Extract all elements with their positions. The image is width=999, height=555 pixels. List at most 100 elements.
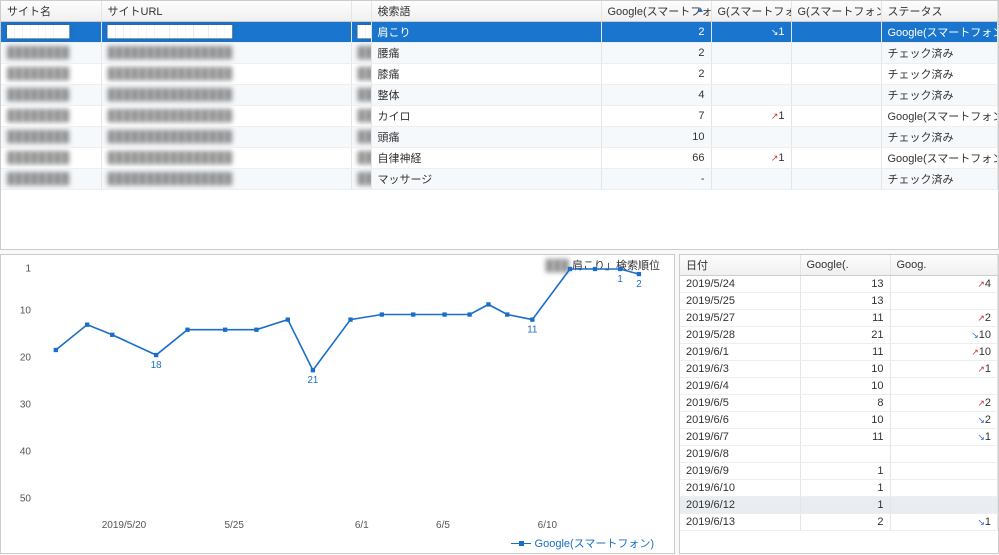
table-row[interactable]: 2019/6/132↘1 [680, 514, 998, 531]
table-row[interactable]: ███████████████████████████整体4チェック済み [1, 85, 998, 106]
table-row[interactable]: 2019/6/310↗1 [680, 361, 998, 378]
cell: 2019/5/27 [680, 310, 800, 327]
cell: ↗1 [711, 106, 791, 127]
cell: 1 [800, 480, 890, 497]
cell: ████████████████ [101, 106, 351, 127]
cell: ████████ [1, 43, 101, 64]
cell [791, 64, 881, 85]
table-row[interactable]: ███████████████████████████肩こり2↘1Google(… [1, 22, 998, 43]
chart-plot-area: 18211112 [37, 269, 664, 517]
cell: ███ [351, 85, 371, 106]
col-header[interactable] [351, 1, 371, 22]
table-row[interactable]: 2019/6/111↗10 [680, 344, 998, 361]
cell: 整体 [371, 85, 601, 106]
cell: ███ [351, 169, 371, 190]
cell: 10 [800, 378, 890, 395]
cell [711, 64, 791, 85]
table-row[interactable]: 2019/5/2711↗2 [680, 310, 998, 327]
cell: ↗1 [890, 361, 998, 378]
table-row[interactable]: 2019/6/58↗2 [680, 395, 998, 412]
table-row[interactable]: 2019/5/2413↗4 [680, 276, 998, 293]
col-header[interactable]: サイト名 [1, 1, 101, 22]
cell: ↗2 [890, 310, 998, 327]
cell: 2 [601, 22, 711, 43]
x-tick-label: 5/25 [224, 520, 243, 531]
cell: Google(スマートフォン):1→2 [881, 22, 998, 43]
x-tick-label: 6/5 [436, 520, 450, 531]
table-row[interactable]: ███████████████████████████腰痛2チェック済み [1, 43, 998, 64]
legend-marker-icon [511, 543, 531, 544]
cell: ↘1 [711, 22, 791, 43]
col-header[interactable]: G(スマートフォン) 件数 [791, 1, 881, 22]
trend-up-icon: ↗ [977, 279, 985, 289]
cell: 2019/6/12 [680, 497, 800, 514]
cell: 2019/6/3 [680, 361, 800, 378]
trend-down-icon: ↘ [977, 517, 985, 527]
cell: チェック済み [881, 169, 998, 190]
cell: ████████████████ [101, 148, 351, 169]
col-header[interactable]: Google(. [800, 255, 890, 276]
table-row[interactable]: ███████████████████████████自律神経66↗1Googl… [1, 148, 998, 169]
cell: ↘1 [890, 514, 998, 531]
trend-down-icon: ↘ [971, 330, 979, 340]
col-header[interactable]: Google(スマートフォン)▲ [601, 1, 711, 22]
cell: ↘2 [890, 412, 998, 429]
table-row[interactable]: 2019/6/410 [680, 378, 998, 395]
cell: 肩こり [371, 22, 601, 43]
table-row[interactable]: 2019/6/610↘2 [680, 412, 998, 429]
cell: カイロ [371, 106, 601, 127]
trend-up-icon: ↗ [977, 398, 985, 408]
table-row[interactable]: 2019/6/101 [680, 480, 998, 497]
cell: ████████ [1, 85, 101, 106]
y-tick-label: 1 [7, 264, 31, 275]
col-header[interactable]: Goog. [890, 255, 998, 276]
cell [890, 446, 998, 463]
trend-down-icon: ↘ [977, 415, 985, 425]
cell: 11 [800, 344, 890, 361]
table-row[interactable]: 2019/6/711↘1 [680, 429, 998, 446]
table-row[interactable]: ███████████████████████████カイロ7↗1Google(… [1, 106, 998, 127]
cell: ███ [351, 148, 371, 169]
table-row[interactable]: 2019/6/8 [680, 446, 998, 463]
cell: 11 [800, 429, 890, 446]
col-header[interactable]: 検索語 [371, 1, 601, 22]
table-row[interactable]: ███████████████████████████マッサージ-チェック済み [1, 169, 998, 190]
trend-down-icon: ↘ [771, 27, 779, 37]
cell: ████████████████ [101, 169, 351, 190]
cell: 10 [800, 412, 890, 429]
cell: チェック済み [881, 64, 998, 85]
cell: 21 [800, 327, 890, 344]
cell [791, 127, 881, 148]
cell: 10 [800, 361, 890, 378]
table-row[interactable]: 2019/5/2821↘10 [680, 327, 998, 344]
cell: ████████████████ [101, 85, 351, 106]
legend-label: Google(スマートフォン) [535, 535, 654, 551]
cell: ████████████████ [101, 22, 351, 43]
table-row[interactable]: 2019/6/91 [680, 463, 998, 480]
cell [890, 463, 998, 480]
col-header[interactable]: 日付 [680, 255, 800, 276]
trend-up-icon: ↗ [977, 313, 985, 323]
table-row[interactable]: ███████████████████████████頭痛10チェック済み [1, 127, 998, 148]
trend-down-icon: ↘ [977, 432, 985, 442]
svg-text:21: 21 [307, 375, 318, 386]
history-table-panel: 日付Google(.Goog. 2019/5/2413↗42019/5/2513… [679, 254, 999, 554]
table-row[interactable]: 2019/6/121 [680, 497, 998, 514]
svg-text:1: 1 [617, 274, 622, 285]
y-tick-label: 30 [7, 400, 31, 411]
cell [890, 293, 998, 310]
table-row[interactable]: 2019/5/2513 [680, 293, 998, 310]
cell: 1 [800, 497, 890, 514]
cell [791, 169, 881, 190]
table-row[interactable]: ███████████████████████████膝痛2チェック済み [1, 64, 998, 85]
cell: 2019/5/25 [680, 293, 800, 310]
cell: 8 [800, 395, 890, 412]
cell [711, 127, 791, 148]
col-header[interactable]: G(スマートフォン) . [711, 1, 791, 22]
col-header[interactable]: ステータス [881, 1, 998, 22]
cell: ↗1 [711, 148, 791, 169]
col-header[interactable]: サイトURL [101, 1, 351, 22]
cell: ████████████████ [101, 127, 351, 148]
trend-up-icon: ↗ [771, 111, 779, 121]
cell: 2 [601, 43, 711, 64]
